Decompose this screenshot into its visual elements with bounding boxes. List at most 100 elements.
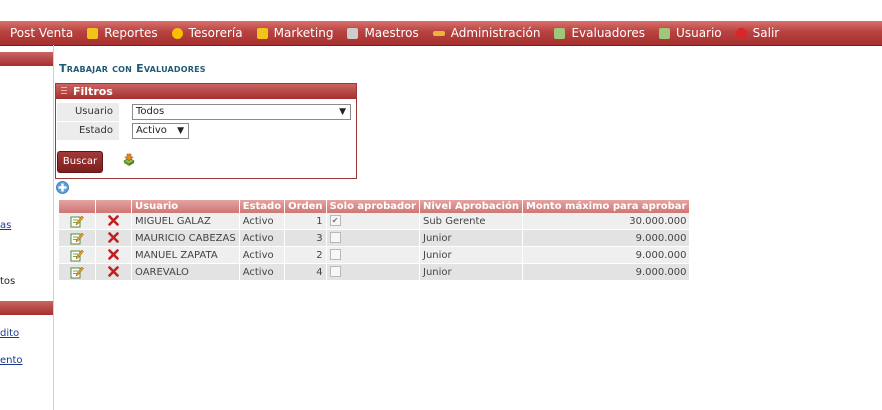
menu-item[interactable]: Tesorería	[171, 26, 243, 40]
solo-aprobador-checkbox	[329, 232, 341, 244]
estado-cell: Activo	[239, 263, 286, 281]
usuario-select-value: Todos	[136, 106, 165, 117]
column-header-nivel[interactable]: Nivel Aprobación	[419, 200, 523, 213]
delete-cell	[95, 246, 132, 264]
solo-aprobador-cell	[326, 246, 421, 264]
menu-item[interactable]: Reportes	[87, 26, 158, 40]
usuario-select[interactable]: Todos ▼	[132, 104, 351, 120]
folder-icon	[87, 27, 99, 39]
sidebar-text: tos	[0, 276, 16, 287]
close-circle-icon	[735, 27, 747, 39]
nivel-cell: Sub Gerente	[419, 213, 523, 230]
add-icon[interactable]	[56, 181, 69, 194]
menu-item[interactable]: Marketing	[256, 26, 334, 40]
delete-icon[interactable]	[108, 232, 119, 244]
orden-cell: 1	[284, 213, 327, 230]
nivel-cell: Junior	[419, 229, 523, 247]
delete-icon[interactable]	[108, 266, 119, 278]
edit-icon[interactable]	[70, 232, 84, 245]
monto-cell: 30.000.000	[522, 213, 691, 230]
edit-cell	[59, 263, 96, 281]
filters-title: Filtros	[73, 85, 113, 98]
menu-item[interactable]: Evaluadores	[554, 26, 645, 40]
edit-cell	[59, 229, 96, 247]
filter-row-usuario: Usuario Todos ▼	[56, 103, 356, 121]
orden-cell: 3	[284, 229, 327, 247]
image-icon	[554, 27, 566, 39]
usuario-cell: MANUEL ZAPATA	[131, 246, 240, 264]
solo-aprobador-cell	[326, 229, 421, 247]
menu-items: Post Venta Reportes Tesorería Marketing Maes…	[0, 21, 793, 45]
usuario-cell: MAURICIO CABEZAS	[131, 229, 240, 247]
table-header-row: Usuario Estado Orden Solo aprobador Nive…	[59, 200, 691, 213]
filters-panel: Filtros Usuario Todos ▼ Estado Activo ▼ …	[55, 83, 357, 179]
export-icon[interactable]	[122, 153, 136, 167]
solo-aprobador-checkbox	[329, 249, 341, 261]
edit-icon[interactable]	[70, 266, 84, 279]
estado-cell: Activo	[239, 246, 286, 264]
coin-icon	[171, 27, 183, 39]
nivel-cell: Junior	[419, 263, 523, 281]
database-icon	[347, 27, 359, 39]
filter-row-estado: Estado Activo ▼	[56, 122, 356, 140]
top-menubar: Post Venta Reportes Tesorería Marketing Maes…	[0, 21, 882, 46]
estado-select[interactable]: Activo ▼	[132, 123, 189, 139]
key-icon	[432, 30, 445, 36]
column-header-delete	[95, 200, 132, 213]
sidebar: as tos dito ento	[0, 45, 54, 410]
usuario-cell: MIGUEL GALAZ	[131, 213, 240, 230]
monto-cell: 9.000.000	[522, 229, 691, 247]
table-body: MIGUEL GALAZ Activo 1 ✔ Sub Gerente 30.000.00…	[59, 213, 691, 281]
column-header-orden[interactable]: Orden	[284, 200, 327, 213]
grip-icon	[61, 87, 67, 96]
menu-item-label: Administración	[450, 26, 541, 40]
column-header-solo-aprobador[interactable]: Solo aprobador	[326, 200, 421, 213]
menu-item-label: Maestros	[364, 26, 419, 40]
sidebar-link[interactable]: ento	[0, 355, 23, 366]
delete-icon[interactable]	[108, 249, 119, 261]
column-header-usuario[interactable]: Usuario	[131, 200, 240, 213]
menu-item[interactable]: Administración	[432, 26, 541, 40]
menu-item-label: Post Venta	[10, 26, 74, 40]
chevron-down-icon: ▼	[339, 107, 346, 117]
chevron-down-icon: ▼	[177, 126, 184, 136]
menu-item-label: Reportes	[104, 26, 158, 40]
solo-aprobador-cell	[326, 263, 421, 281]
delete-cell	[95, 263, 132, 281]
monto-cell: 9.000.000	[522, 246, 691, 264]
menu-item-label: Marketing	[273, 26, 334, 40]
menu-item[interactable]: Post Venta	[10, 26, 73, 40]
usuario-label: Usuario	[74, 106, 113, 117]
edit-icon[interactable]	[70, 249, 84, 262]
estado-select-value: Activo	[136, 125, 167, 136]
menu-item[interactable]: Salir	[735, 26, 779, 40]
edit-cell	[59, 246, 96, 264]
orden-cell: 4	[284, 263, 327, 281]
solo-aprobador-cell: ✔	[326, 213, 421, 230]
image-icon	[659, 27, 671, 39]
filters-header: Filtros	[56, 84, 356, 99]
sidebar-link[interactable]: dito	[0, 328, 19, 339]
folder-icon	[256, 27, 268, 39]
evaluators-table: Usuario Estado Orden Solo aprobador Nive…	[59, 200, 691, 281]
sidebar-link[interactable]: as	[0, 220, 11, 231]
estado-cell: Activo	[239, 213, 286, 230]
sidebar-section-header	[0, 52, 53, 66]
delete-cell	[95, 213, 132, 230]
menu-item[interactable]: Usuario	[659, 26, 722, 40]
edit-icon[interactable]	[70, 215, 84, 228]
solo-aprobador-checkbox: ✔	[329, 215, 341, 227]
table-row: MANUEL ZAPATA Activo 2 Junior 9.000.000	[59, 246, 691, 264]
usuario-cell: OAREVALO	[131, 263, 240, 281]
search-button[interactable]: Buscar	[57, 151, 103, 173]
estado-cell: Activo	[239, 229, 286, 247]
table-row: MAURICIO CABEZAS Activo 3 Junior 9.000.000	[59, 229, 691, 247]
sidebar-section-header	[0, 301, 53, 315]
column-header-monto[interactable]: Monto máximo para aprobar	[522, 200, 691, 213]
column-header-estado[interactable]: Estado	[239, 200, 286, 213]
delete-icon[interactable]	[108, 215, 119, 227]
page-title: Trabajar con Evaluadores	[59, 62, 206, 75]
menu-item-label: Usuario	[676, 26, 722, 40]
table-row: MIGUEL GALAZ Activo 1 ✔ Sub Gerente 30.000.00…	[59, 213, 691, 230]
menu-item[interactable]: Maestros	[347, 26, 419, 40]
